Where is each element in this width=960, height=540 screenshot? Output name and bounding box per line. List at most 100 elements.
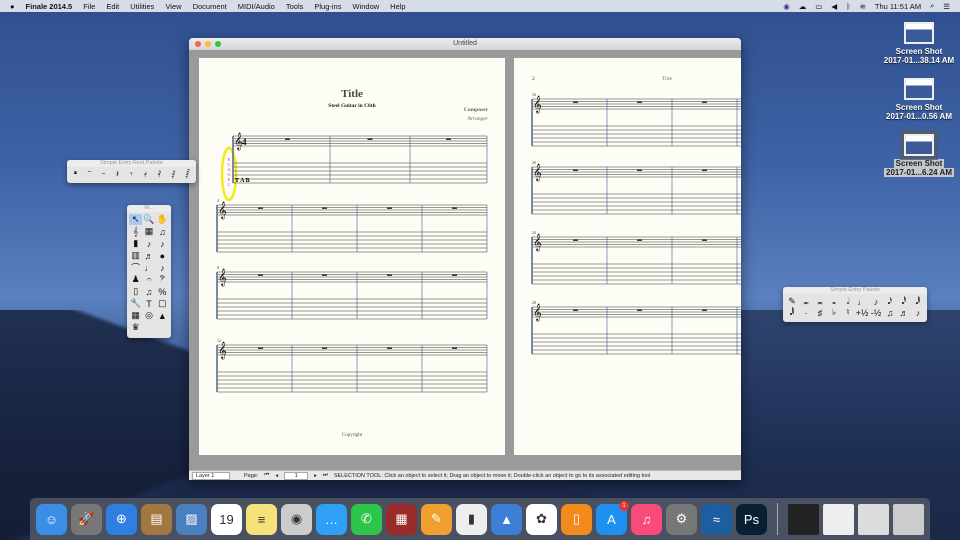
simple-palette-tool-icon[interactable]: ♮ <box>841 307 855 318</box>
simple-palette-tool-icon[interactable]: 𝅘𝅥𝅲 <box>785 307 799 318</box>
doc-3-dock-icon[interactable] <box>858 503 889 535</box>
menu-tools[interactable]: Tools <box>286 2 304 11</box>
pages-dock-icon[interactable]: ✎ <box>421 503 452 535</box>
whole-rest[interactable] <box>702 169 707 171</box>
menu-edit[interactable]: Edit <box>106 2 119 11</box>
main-palette-tool-icon[interactable]: % <box>156 286 169 297</box>
rest-palette-tool-icon[interactable]: 𝄽 <box>111 169 124 180</box>
staff-system[interactable]: 𝄞12 <box>216 338 488 393</box>
staff-system[interactable]: 𝄞20 <box>531 160 741 215</box>
main-palette-tool-icon[interactable]: ◎ <box>142 310 155 321</box>
main-palette-tool-icon[interactable]: ● <box>156 250 169 261</box>
rest-palette-tool-icon[interactable]: 𝅀 <box>153 169 166 180</box>
close-button[interactable] <box>195 41 201 47</box>
whole-rest[interactable] <box>702 101 707 103</box>
menu-file[interactable]: File <box>83 2 95 11</box>
simple-palette-tool-icon[interactable]: ♭ <box>827 307 841 318</box>
last-page-button[interactable]: ⏭ <box>323 472 328 479</box>
main-palette-tool-icon[interactable]: ✋ <box>156 214 169 225</box>
desktop-file-screenshot-1[interactable]: Screen Shot 2017-01...38.14 AM <box>878 22 960 65</box>
score-composer[interactable]: Composer <box>464 107 489 113</box>
whole-rest[interactable] <box>573 169 578 171</box>
messages-dock-icon[interactable]: … <box>316 503 347 535</box>
palette-title[interactable]: M... <box>127 205 171 212</box>
simple-palette-tool-icon[interactable]: · <box>799 307 813 318</box>
whole-rest[interactable] <box>322 347 327 349</box>
score-arranger[interactable]: Arranger <box>467 116 489 122</box>
whole-rest[interactable] <box>367 138 373 140</box>
notification-center-icon[interactable]: ☰ <box>943 2 950 11</box>
menu-view[interactable]: View <box>165 2 181 11</box>
palette-title[interactable]: Simple Entry Rest Palette <box>67 160 196 167</box>
safari-dock-icon[interactable]: ⊕ <box>106 503 137 535</box>
staff-system[interactable]: 𝄞16 <box>531 92 741 147</box>
cloud-icon[interactable]: ☁ <box>799 2 807 11</box>
whole-rest[interactable] <box>387 274 392 276</box>
next-page-button[interactable]: ▸ <box>314 473 317 479</box>
whole-rest[interactable] <box>702 239 707 241</box>
whole-rest[interactable] <box>285 138 290 140</box>
whole-rest[interactable] <box>387 207 392 209</box>
keynote-dock-icon[interactable]: ▲ <box>491 503 522 535</box>
apple-icon[interactable]: ● <box>10 2 15 11</box>
whole-rest[interactable] <box>637 239 642 241</box>
rest-palette-tool-icon[interactable]: 𝄿 <box>139 169 152 180</box>
photoshop-dock-icon[interactable]: Ps <box>736 503 767 535</box>
whole-rest[interactable] <box>637 169 642 171</box>
whole-rest[interactable] <box>573 239 578 241</box>
main-palette-tool-icon[interactable]: ▯ <box>129 286 142 297</box>
main-palette-tool-icon[interactable]: ♬ <box>142 250 155 261</box>
staff-system[interactable]: 𝄞4 <box>216 198 488 253</box>
photo-booth-2-dock-icon[interactable]: ▦ <box>386 503 417 535</box>
main-palette-tool-icon[interactable]: 𝄞 <box>129 226 142 237</box>
simple-palette-tool-icon[interactable]: ♩ <box>855 296 869 307</box>
layer-select[interactable]: Layer 1 <box>192 471 230 480</box>
system-preferences-dock-icon[interactable]: ⚙ <box>666 503 697 535</box>
staff-system[interactable]: 𝄞8 <box>216 265 488 320</box>
menu-midi-audio[interactable]: MIDI/Audio <box>238 2 275 11</box>
main-palette-tool-icon[interactable]: ▦ <box>129 310 142 321</box>
palette-title[interactable]: Simple Entry Palette <box>783 287 927 294</box>
main-palette-tool-icon[interactable]: ▮ <box>129 238 142 249</box>
contacts-dock-icon[interactable]: ▤ <box>141 503 172 535</box>
calendar-dock-icon[interactable]: 19 <box>211 503 242 535</box>
main-palette-tool-icon[interactable]: ♪ <box>156 238 169 249</box>
volume-icon[interactable]: ◀ <box>831 2 837 11</box>
whole-rest[interactable] <box>387 347 392 349</box>
rest-palette-tool-icon[interactable]: 𝄺 <box>69 169 82 180</box>
menu-plug-ins[interactable]: Plug-ins <box>314 2 341 11</box>
simple-palette-tool-icon[interactable]: 𝅘𝅥𝅱 <box>911 296 925 307</box>
main-palette-tool-icon[interactable]: 🔧 <box>129 298 142 309</box>
score-copyright[interactable]: Copyright <box>342 433 363 438</box>
ibooks-dock-icon[interactable]: ▯ <box>561 503 592 535</box>
whole-rest[interactable] <box>322 207 327 209</box>
zoom-button[interactable] <box>215 41 221 47</box>
score-page-2[interactable]: 2 Title 𝄞 16 𝄞 20 𝄞 24 𝄞 28 <box>514 58 741 455</box>
main-palette-tool-icon[interactable]: ⌒ <box>129 262 142 273</box>
app-store-dock-icon[interactable]: A1 <box>596 500 629 535</box>
simple-palette-tool-icon[interactable]: 𝅝 <box>827 296 841 307</box>
main-palette-tool-icon[interactable]: ♪ <box>156 262 169 273</box>
minimize-button[interactable] <box>205 41 211 47</box>
staff-system[interactable]: 𝄞24 <box>531 230 741 285</box>
photos-dock-icon[interactable]: ✿ <box>526 503 557 535</box>
finder-dock-icon[interactable]: ☺ <box>36 503 67 535</box>
main-palette-tool-icon[interactable]: ♟ <box>129 274 142 285</box>
itunes-dock-icon[interactable]: ♫ <box>631 503 662 535</box>
page-number-field[interactable]: 1 <box>284 471 309 480</box>
simple-palette-tool-icon[interactable]: ♬ <box>897 307 911 318</box>
window-titlebar[interactable]: Untitled <box>189 38 741 50</box>
main-palette-tool-icon[interactable]: ♫ <box>142 286 155 297</box>
score-page-1[interactable]: Title Steel Guitar in C6th Composer Arra… <box>199 58 505 455</box>
finale-dock-icon[interactable]: ≈ <box>701 503 732 535</box>
whole-rest[interactable] <box>258 274 263 276</box>
spotlight-icon[interactable]: ⌕ <box>930 1 934 11</box>
main-palette-tool-icon[interactable]: ▦ <box>142 226 155 237</box>
first-page-button[interactable]: ⏮ <box>264 472 269 479</box>
menu-help[interactable]: Help <box>390 2 405 11</box>
whole-rest[interactable] <box>446 138 451 140</box>
whole-rest[interactable] <box>452 347 457 349</box>
simple-palette-tool-icon[interactable]: 𝅗𝅥 <box>841 296 855 307</box>
main-palette-tool-icon[interactable]: 𝄐 <box>142 274 155 285</box>
doc-2-dock-icon[interactable] <box>823 503 854 535</box>
